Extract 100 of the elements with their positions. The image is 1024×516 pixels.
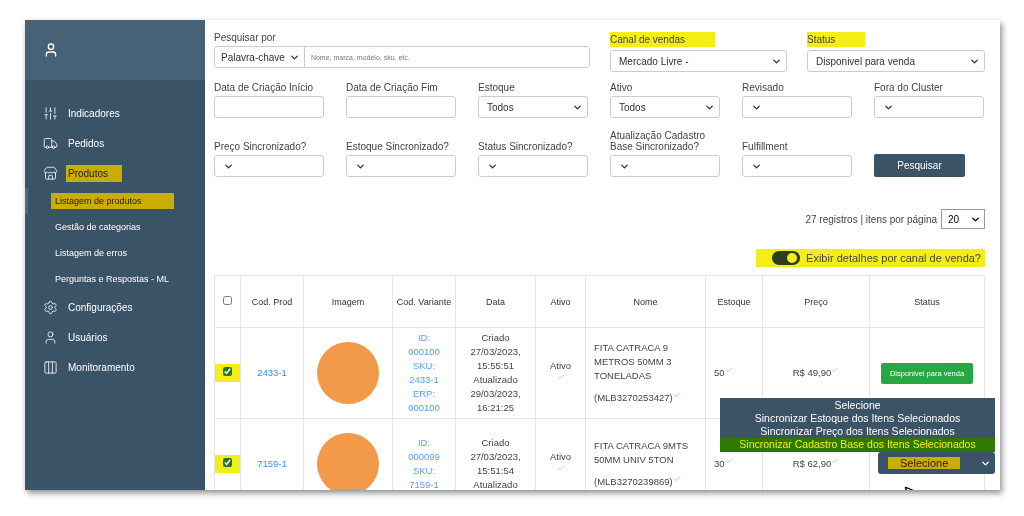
active-text: Ativo	[548, 359, 573, 373]
variant-code: ID:	[416, 331, 432, 345]
listing-id: (MLB3270253427)	[594, 392, 673, 403]
price-value: R$ 49,90	[792, 367, 832, 378]
nav-subitem[interactable]: Gestão de categorias	[25, 214, 205, 240]
product-name: FITA CATRACA 9 METROS 50MM 3 TONELADAS	[594, 341, 673, 383]
select-all-checkbox[interactable]	[223, 296, 232, 305]
photo-placeholder	[317, 433, 379, 490]
column-header: Data	[455, 275, 536, 328]
select-field[interactable]: Todos	[478, 96, 588, 118]
field-label: Pesquisar por	[214, 32, 276, 43]
select-field[interactable]: Disponivel para venda	[807, 50, 985, 72]
price-value: R$ 62,90	[792, 458, 832, 469]
select-field[interactable]: Todos	[610, 96, 720, 118]
date-text: 29/03/2023,	[469, 387, 522, 401]
nav-item[interactable]: Produtos	[25, 158, 205, 188]
variant-code: SKU:	[411, 359, 437, 373]
check-icon	[672, 475, 681, 483]
menu-option[interactable]: Sincronizar Preço dos Itens Selecionados	[720, 425, 995, 438]
date-text: 27/03/2023,	[469, 450, 522, 464]
sliders-icon	[43, 105, 58, 121]
field-label: Status	[807, 32, 866, 47]
check-icon	[831, 457, 840, 465]
nav-item[interactable]: Monitoramento	[25, 352, 205, 382]
stock-value: 50	[714, 367, 725, 378]
search-type-select[interactable]: Palavra-chave	[215, 47, 305, 67]
active-text: Ativo	[548, 450, 573, 464]
variant-code: 7159-1	[408, 478, 440, 490]
variant-code: ID:	[416, 436, 432, 450]
check-icon	[556, 373, 565, 381]
select-field[interactable]	[742, 96, 852, 118]
nav-item[interactable]: Configurações	[25, 292, 205, 322]
column-header: Ativo	[535, 275, 586, 328]
nav-subitem[interactable]: Listagem de produtos	[25, 188, 205, 214]
nav-subitem[interactable]: Listagem de erros	[25, 240, 205, 266]
date-text: 16:21:25	[476, 401, 515, 415]
columns-icon	[43, 359, 58, 375]
field-label: Ativo	[610, 82, 633, 93]
store-icon	[43, 165, 58, 181]
variant-code: ERP:	[411, 387, 437, 401]
check-icon	[724, 366, 733, 374]
truck-icon	[43, 135, 58, 151]
variant-code: 2433-1	[408, 373, 440, 387]
field-label: Preço Sincronizado?	[214, 141, 307, 152]
variant-code: SKU:	[411, 464, 437, 478]
menu-option[interactable]: Sincronizar Cadastro Base dos Itens Selecionados	[720, 438, 995, 451]
date-text: 27/03/2023,	[469, 345, 522, 359]
column-header: Nome	[585, 275, 706, 328]
variant-code: 000100	[407, 345, 441, 359]
product-code-link[interactable]: 2433-1	[257, 367, 287, 378]
column-header: Estoque	[705, 275, 763, 328]
field-label: Revisado	[742, 82, 784, 93]
row-checkbox[interactable]	[223, 367, 232, 376]
date-text: Criado	[480, 436, 511, 450]
field-label: Fora do Cluster	[874, 82, 943, 93]
field-label: Atualização Cadastro Base Sincronizado?	[610, 130, 707, 152]
user-icon	[43, 42, 59, 58]
product-name: FITA CATRACA 9MTS 50MM UNIV 5TON	[594, 439, 690, 467]
records-count: 27 registros | itens por página	[805, 213, 937, 225]
select-field[interactable]	[874, 96, 984, 118]
field-label: Data de Criação Fim	[346, 82, 438, 93]
select-field[interactable]	[610, 155, 720, 177]
user-icon	[43, 329, 58, 345]
stock-value: 30	[714, 458, 725, 469]
date-input[interactable]	[346, 96, 456, 118]
toggle-label: Exibir detalhes por canal de venda?	[806, 252, 981, 264]
select-field[interactable]	[346, 155, 456, 177]
nav-item[interactable]: Pedidos	[25, 128, 205, 158]
select-field[interactable]	[742, 155, 852, 177]
date-input[interactable]	[214, 96, 324, 118]
select-field[interactable]	[214, 155, 324, 177]
nav-subitem[interactable]: Perguntas e Respostas - ML	[25, 266, 205, 292]
field-label: Canal de vendas	[610, 32, 716, 47]
nav-item[interactable]: Indicadores	[25, 98, 205, 128]
column-header: Cod. Variante	[392, 275, 456, 328]
check-icon	[556, 464, 565, 472]
bulk-action-select[interactable]: Selecione	[878, 452, 995, 474]
settings-icon	[43, 299, 58, 315]
toggle-switch[interactable]	[772, 251, 801, 265]
select-field[interactable]: Mercado Livre -	[610, 50, 787, 72]
check-icon	[831, 366, 840, 374]
product-code-link[interactable]: 7159-1	[257, 458, 287, 469]
select-field[interactable]	[478, 155, 588, 177]
field-label: Estoque Sincronizado?	[346, 141, 449, 152]
row-checkbox[interactable]	[223, 458, 232, 467]
field-label: Data de Criação Início	[214, 82, 313, 93]
check-icon	[672, 391, 681, 399]
field-label: Fulfillment	[742, 141, 788, 152]
listing-id: (MLB3270239869)	[594, 476, 673, 487]
per-page-select[interactable]: 20	[941, 209, 985, 229]
menu-option[interactable]: Sincronizar Estoque dos Itens Selecionados	[720, 412, 995, 425]
field-label: Status Sincronizado?	[478, 141, 573, 152]
menu-option[interactable]: Selecione	[720, 399, 995, 412]
variant-code: 000099	[407, 450, 441, 464]
date-text: Atualizado	[472, 373, 519, 387]
variant-code: 000100	[407, 401, 441, 415]
column-header: Preço	[762, 275, 870, 328]
nav-item[interactable]: Usuários	[25, 322, 205, 352]
search-button[interactable]: Pesquisar	[874, 154, 965, 177]
column-header: Imagem	[303, 275, 393, 328]
